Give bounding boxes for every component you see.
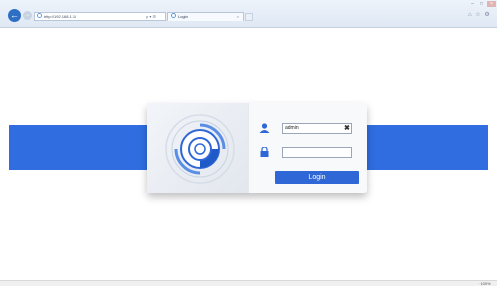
tab-login[interactable]: Login ×	[167, 12, 244, 21]
browser-tools[interactable]: ⌂ ☆ ⚙	[468, 11, 491, 18]
minimize-button[interactable]: –	[468, 1, 477, 7]
address-url: http://192.168.1.1/	[44, 14, 77, 19]
login-button[interactable]: Login	[275, 171, 359, 184]
forward-icon: →	[24, 12, 31, 18]
close-window-button[interactable]: ×	[487, 1, 496, 7]
zoom-level[interactable]: · 100%	[478, 281, 491, 287]
logo-panel	[147, 103, 249, 193]
back-button[interactable]: ←	[8, 9, 21, 22]
status-bar: · 100%	[0, 280, 497, 286]
username-input[interactable]: admin	[282, 123, 352, 134]
back-icon: ←	[10, 10, 19, 20]
password-input[interactable]	[282, 147, 352, 158]
camera-logo-icon	[165, 114, 235, 184]
clear-icon[interactable]: ✖	[344, 123, 350, 134]
user-icon	[259, 123, 270, 133]
ie-icon	[37, 13, 42, 18]
address-tools[interactable]: ρ ▾ ☰	[146, 12, 156, 21]
tab-close-icon[interactable]: ×	[237, 13, 239, 21]
maximize-button[interactable]: □	[477, 1, 486, 7]
lock-icon	[260, 147, 269, 157]
browser-chrome: ← → http://192.168.1.1/ ρ ▾ ☰ Login × – …	[0, 0, 497, 28]
forward-button[interactable]: →	[23, 11, 32, 20]
new-tab-button[interactable]	[245, 13, 253, 21]
tab-ie-icon	[171, 13, 176, 18]
login-card: admin ✖ Login	[147, 103, 367, 193]
tab-title: Login	[178, 14, 188, 19]
